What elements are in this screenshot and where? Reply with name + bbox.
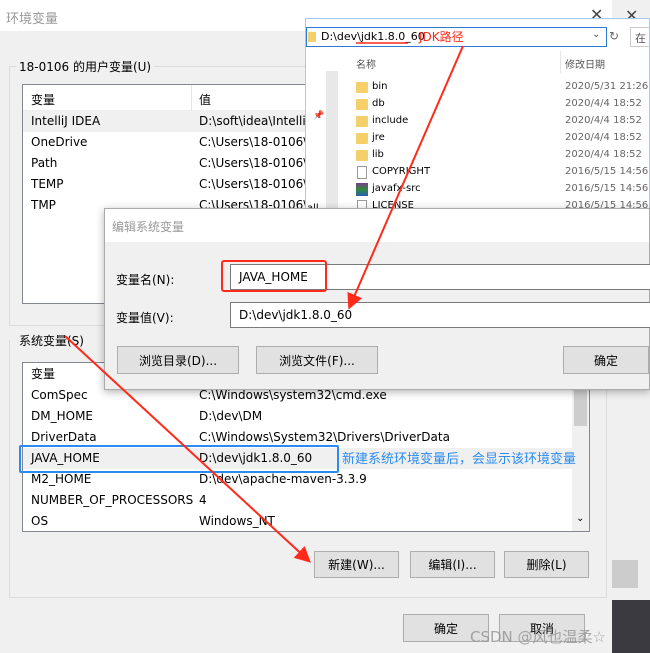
watermark: CSDN @风也温柔☆ bbox=[470, 628, 606, 646]
annotation-arrows bbox=[64, 42, 464, 563]
arrow-to-new-button bbox=[64, 335, 311, 563]
arrow-to-value bbox=[347, 45, 464, 310]
